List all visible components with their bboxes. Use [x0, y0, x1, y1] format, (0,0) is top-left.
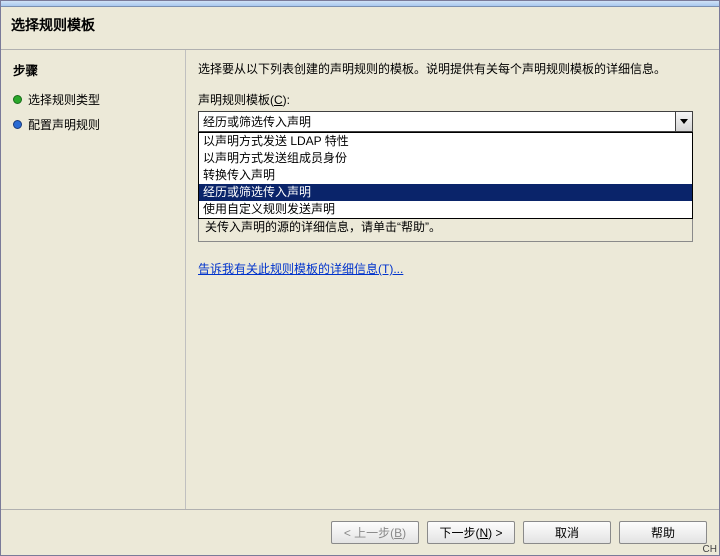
step-config-claims: 配置声明规则 — [13, 116, 173, 133]
combo-dropdown-list[interactable]: 以声明方式发送 LDAP 特性 以声明方式发送组成员身份 转换传入声明 经历或筛… — [198, 132, 693, 219]
next-post: ) > — [488, 526, 502, 540]
cancel-button[interactable]: 取消 — [523, 521, 611, 544]
prev-pre: < 上一步( — [344, 524, 394, 541]
combo-label-post: ): — [283, 93, 290, 107]
wizard-title: 选择规则模板 — [1, 7, 719, 49]
combo-box[interactable]: 经历或筛选传入声明 — [198, 111, 693, 132]
prev-hot: B — [394, 526, 402, 540]
combo-label-hotkey: C — [274, 93, 283, 107]
chevron-down-icon — [680, 119, 688, 124]
sidebar-heading: 步骤 — [13, 60, 173, 79]
sidebar: 步骤 选择规则类型 配置声明规则 — [1, 50, 186, 509]
next-pre: 下一步( — [439, 524, 479, 541]
step-select-rule-type: 选择规则类型 — [13, 91, 173, 108]
instruction-text: 选择要从以下列表创建的声明规则的模板。说明提供有关每个声明规则模板的详细信息。 — [198, 60, 707, 79]
step-label: 选择规则类型 — [28, 91, 100, 108]
combo-dropdown-button[interactable] — [675, 112, 692, 131]
help-button[interactable]: 帮助 — [619, 521, 707, 544]
combo-label-pre: 声明规则模板( — [198, 93, 274, 107]
main-panel: 选择要从以下列表创建的声明规则的模板。说明提供有关每个声明规则模板的详细信息。 … — [186, 50, 719, 509]
footer: < 上一步(B) 下一步(N) > 取消 帮助 — [1, 509, 719, 555]
combo-option[interactable]: 转换传入声明 — [199, 167, 692, 184]
combo-option[interactable]: 以声明方式发送 LDAP 特性 — [199, 133, 692, 150]
step-label: 配置声明规则 — [28, 116, 100, 133]
template-combo[interactable]: 经历或筛选传入声明 以声明方式发送 LDAP 特性 以声明方式发送组成员身份 转… — [198, 111, 693, 132]
prev-post: ) — [402, 526, 406, 540]
combo-option[interactable]: 使用自定义规则发送声明 — [199, 201, 692, 218]
more-info-link-row: 告诉我有关此规则模板的详细信息(T)... — [198, 260, 707, 277]
desc-line-5: 关传入声明的源的详细信息，请单击“帮助”。 — [205, 219, 686, 235]
wizard-window: 选择规则模板 步骤 选择规则类型 配置声明规则 选择要从以下列表创建的声明规则的… — [0, 0, 720, 556]
next-hot: N — [479, 526, 488, 540]
more-info-link[interactable]: 告诉我有关此规则模板的详细信息(T)... — [198, 262, 403, 276]
combo-option-selected[interactable]: 经历或筛选传入声明 — [199, 184, 692, 201]
ime-indicator: CH — [701, 544, 719, 555]
combo-option[interactable]: 以声明方式发送组成员身份 — [199, 150, 692, 167]
combo-selected-text: 经历或筛选传入声明 — [199, 113, 675, 130]
step-bullet-done-icon — [13, 95, 22, 104]
next-button[interactable]: 下一步(N) > — [427, 521, 515, 544]
prev-button: < 上一步(B) — [331, 521, 419, 544]
combo-label: 声明规则模板(C): — [198, 91, 707, 108]
body: 步骤 选择规则类型 配置声明规则 选择要从以下列表创建的声明规则的模板。说明提供… — [1, 50, 719, 509]
step-bullet-current-icon — [13, 120, 22, 129]
